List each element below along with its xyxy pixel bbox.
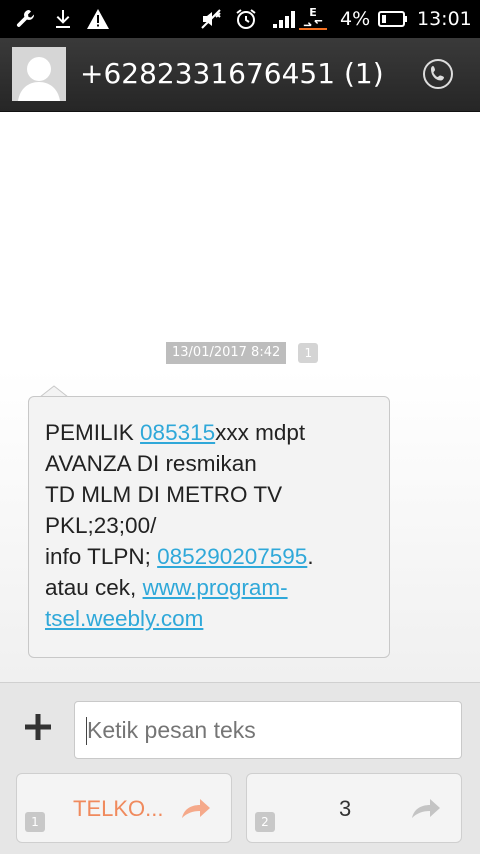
message-line: atau cek, www.program- <box>45 572 375 603</box>
message-text: PKL;23;00/ <box>45 513 157 538</box>
message-link[interactable]: www.program- <box>143 575 288 600</box>
data-arrows-icon: E <box>298 6 328 30</box>
message-text: AVANZA DI resmikan <box>45 451 257 476</box>
send-sim2-label: 3 <box>339 796 352 821</box>
message-line: info TLPN; 085290207595. <box>45 541 375 572</box>
wrench-icon <box>14 8 38 30</box>
send-sim1-button[interactable]: 1 TELKO... <box>16 773 232 843</box>
clock: 13:01 <box>417 8 472 30</box>
phone-call-icon[interactable] <box>418 54 458 94</box>
warning-icon <box>86 8 110 30</box>
message-link[interactable]: tsel.weebly.com <box>45 606 203 631</box>
message-text: . <box>307 544 314 569</box>
avatar[interactable] <box>12 47 66 101</box>
message-line: PKL;23;00/ <box>45 510 375 541</box>
send-arrow-icon <box>412 799 440 818</box>
message-line: AVANZA DI resmikan <box>45 448 375 479</box>
message-line: tsel.weebly.com <box>45 603 375 634</box>
signal-icon <box>270 8 298 30</box>
send-sim1-label: TELKO... <box>73 796 164 821</box>
message-text: xxx mdpt <box>215 420 306 445</box>
message-link[interactable]: 085315 <box>140 420 215 445</box>
message-text: PEMILIK <box>45 420 141 445</box>
download-icon <box>52 8 74 30</box>
conversation-list[interactable]: 13/01/2017 8:42 1 PEMILIK 085315xxx mdpt… <box>0 112 480 682</box>
message-timestamp: 13/01/2017 8:42 <box>166 342 287 364</box>
send-sim2-button[interactable]: 2 3 <box>246 773 462 843</box>
network-type-label: E <box>309 6 317 19</box>
plus-icon[interactable] <box>18 707 58 747</box>
message-bubble[interactable]: PEMILIK 085315xxx mdpt AVANZA DI resmikan… <box>28 396 390 658</box>
status-bar: E 4% 13:01 <box>0 0 480 38</box>
battery-icon <box>378 8 408 30</box>
compose-area: 1 TELKO... 2 3 <box>0 682 480 854</box>
conversation-header: +6282331676451 (1) <box>0 38 480 112</box>
message-line: PEMILIK 085315xxx mdpt <box>45 417 375 448</box>
message-meta: 13/01/2017 8:42 1 <box>166 342 319 364</box>
battery-percent: 4% <box>340 8 371 30</box>
sim-badge: 1 <box>298 343 319 363</box>
send-arrow-icon <box>182 799 210 818</box>
mute-icon <box>198 8 224 30</box>
message-text: info TLPN; <box>45 544 158 569</box>
message-text: atau cek, <box>45 575 143 600</box>
sim2-number: 2 <box>255 812 275 832</box>
sim1-number: 1 <box>25 812 45 832</box>
text-cursor <box>86 717 87 745</box>
message-link[interactable]: 085290207595 <box>157 544 307 569</box>
contact-title: +6282331676451 (1) <box>80 57 384 90</box>
message-input[interactable] <box>74 701 462 759</box>
message-line: TD MLM DI METRO TV <box>45 479 375 510</box>
alarm-icon <box>234 8 258 30</box>
message-text: TD MLM DI METRO TV <box>45 482 283 507</box>
